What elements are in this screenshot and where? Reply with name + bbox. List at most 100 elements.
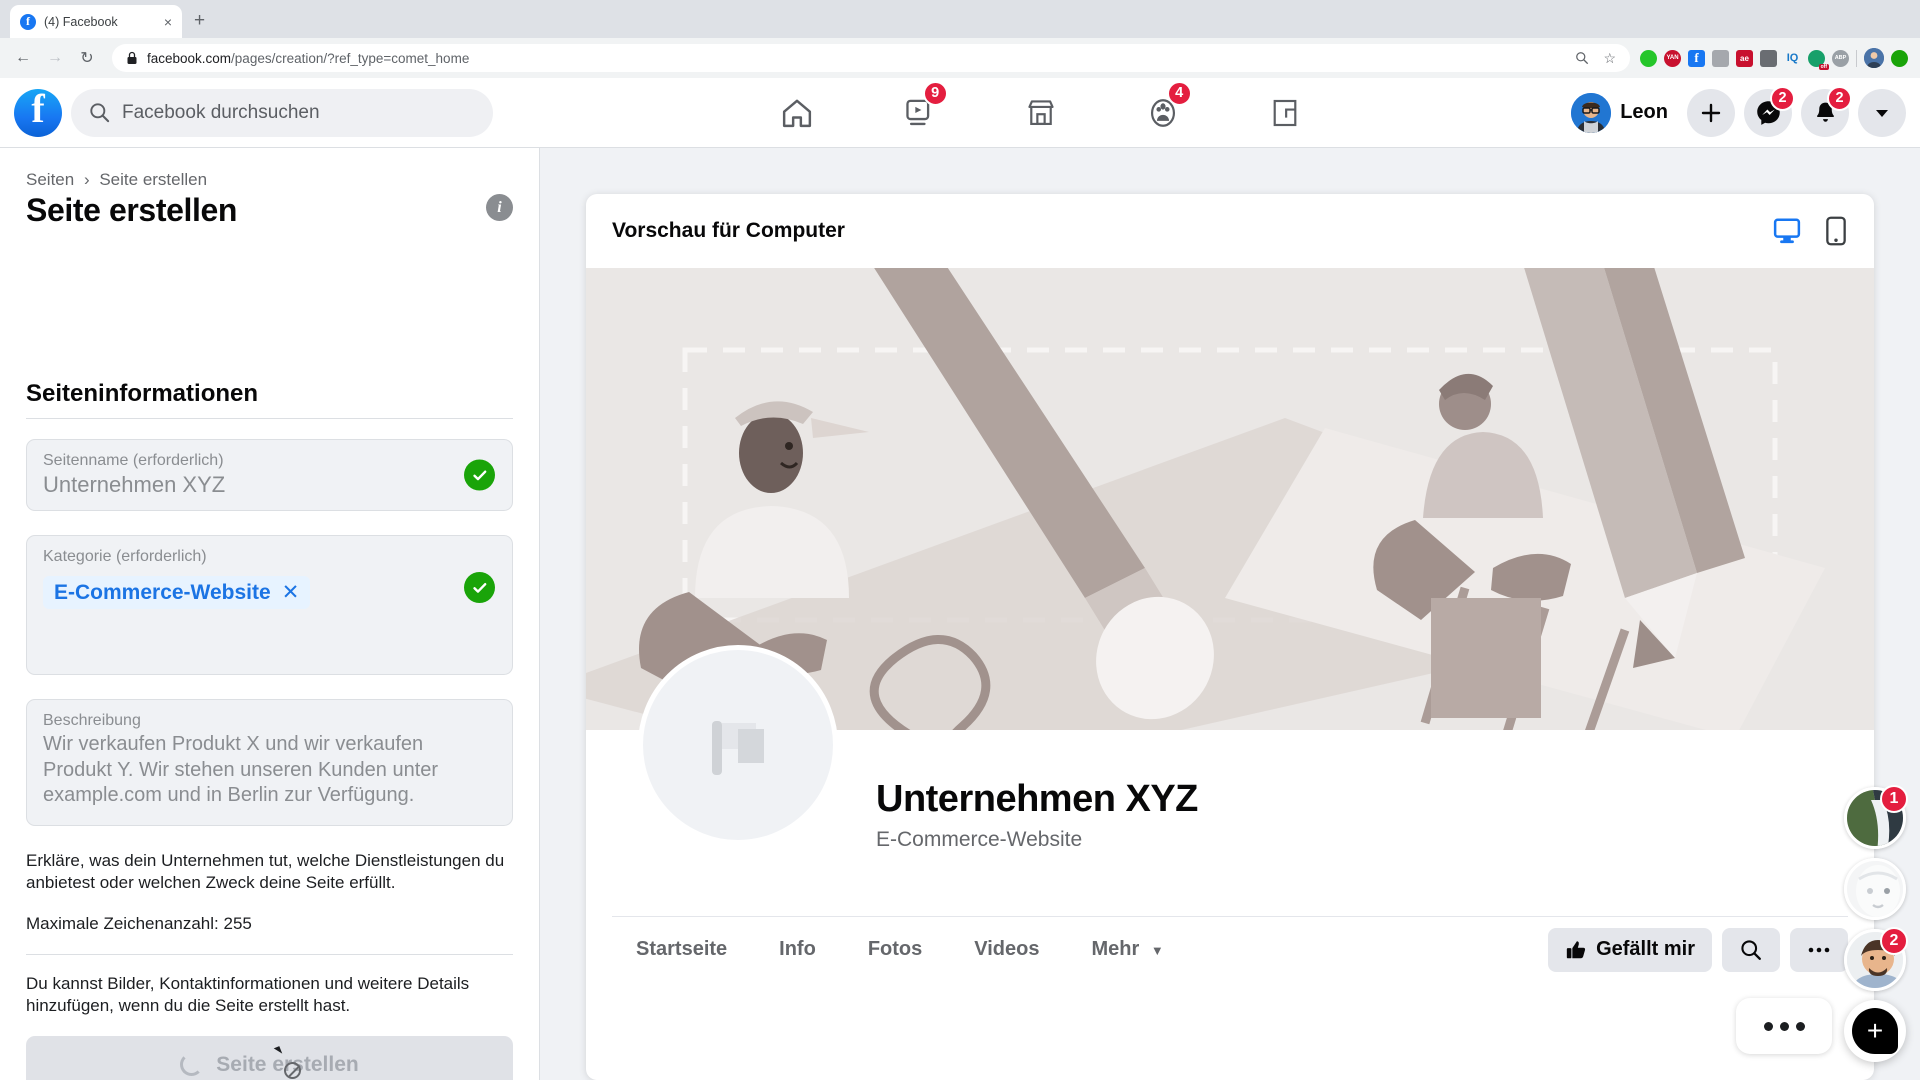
like-button[interactable]: Gefällt mir <box>1548 927 1712 972</box>
facebook-pixel-extension[interactable]: f <box>1688 49 1705 67</box>
breadcrumb-separator: › <box>83 170 90 189</box>
page-body: Seiteninformationen Seitenname (erforder… <box>0 148 1920 1080</box>
chat-badge: 2 <box>1880 927 1908 955</box>
thumbs-up-icon <box>1566 940 1586 958</box>
info-icon[interactable]: i <box>486 194 513 221</box>
forward-icon[interactable]: → <box>40 43 70 73</box>
facebook-logo[interactable]: f <box>14 88 62 137</box>
preview-page-name: Unternehmen XYZ <box>876 778 1198 820</box>
not-allowed-icon <box>284 1061 301 1079</box>
nav-marketplace[interactable] <box>1010 85 1072 141</box>
description-field[interactable]: Beschreibung Wir verkaufen Produkt X und… <box>26 699 513 826</box>
adblock-off-extension[interactable]: off <box>1808 49 1829 70</box>
tab-startseite[interactable]: Startseite <box>612 938 753 961</box>
gray-runner-extension[interactable] <box>1712 49 1729 67</box>
search-plus-icon[interactable] <box>1575 51 1589 65</box>
close-icon[interactable]: ✕ <box>282 580 300 605</box>
breadcrumb-root[interactable]: Seiten <box>26 170 74 189</box>
browser-tab[interactable]: f (4) Facebook × <box>10 5 182 38</box>
tab-videos[interactable]: Videos <box>948 938 1065 961</box>
page-title: Seite erstellen <box>26 192 238 228</box>
notifications-badge: 2 <box>1827 85 1852 111</box>
nav-groups[interactable]: 4 <box>1132 80 1194 141</box>
abp-extension[interactable]: ABP <box>1832 49 1849 67</box>
messenger-button[interactable]: 2 <box>1744 85 1795 137</box>
lock-icon <box>127 51 137 64</box>
chat-contact-1[interactable]: 1 <box>1844 785 1908 849</box>
chat-contact-2[interactable] <box>1844 858 1906 920</box>
chevron-down-icon: ▼ <box>1150 943 1164 958</box>
search-input[interactable]: Facebook durchsuchen <box>71 88 493 137</box>
search-placeholder: Facebook durchsuchen <box>122 101 320 123</box>
yandex-extension[interactable]: YAN <box>1664 49 1681 67</box>
desktop-icon[interactable] <box>1772 216 1802 246</box>
form-header: Seiten › Seite erstellen Seite erstellen… <box>0 148 539 237</box>
page-name-field[interactable]: Seitenname (erforderlich) Unternehmen XY… <box>26 439 513 511</box>
bookmark-icon[interactable]: ☆ <box>1603 50 1616 67</box>
preview-page-category: E-Commerce-Website <box>876 828 1083 851</box>
nav-home[interactable] <box>766 85 828 141</box>
chat-dock: 1 2 + <box>1736 785 1908 1062</box>
category-valid-icon <box>464 572 495 603</box>
chat-badge: 1 <box>1880 785 1908 813</box>
create-page-button[interactable]: Seite erstellen <box>26 1035 513 1080</box>
create-button[interactable] <box>1687 88 1735 137</box>
tab-label: Startseite <box>636 938 728 960</box>
header-left: f Facebook durchsuchen <box>14 88 514 137</box>
browser-tabstrip: f (4) Facebook × + <box>0 0 1920 38</box>
back-icon[interactable]: ← <box>8 43 38 73</box>
reload-icon[interactable]: ↻ <box>72 43 102 73</box>
page-avatar[interactable] <box>638 645 838 845</box>
facebook-icon: f <box>20 13 36 30</box>
breadcrumb-current: Seite erstellen <box>99 170 208 189</box>
search-icon <box>90 103 110 123</box>
iq-extension[interactable]: IQ <box>1784 50 1801 67</box>
dot <box>1795 1021 1805 1031</box>
marketplace-icon <box>1027 99 1054 125</box>
category-chip-label: E-Commerce-Website <box>54 580 271 604</box>
chat-contact-3[interactable]: 2 <box>1844 927 1908 991</box>
form-scroll-area[interactable]: Seiteninformationen Seitenname (erforder… <box>0 148 539 1080</box>
green-update-icon[interactable] <box>1891 49 1908 67</box>
dot <box>1779 1021 1789 1031</box>
description-value: Wir verkaufen Produkt X und wir verkaufe… <box>43 733 439 807</box>
home-icon <box>782 99 811 127</box>
new-tab-button[interactable]: + <box>182 10 217 38</box>
preview-actions: Gefällt mir <box>1548 927 1848 972</box>
pocket-extension[interactable] <box>1760 49 1777 67</box>
close-icon[interactable]: × <box>164 14 172 30</box>
chevron-down-icon <box>1876 109 1888 117</box>
preview-profile-row: Unternehmen XYZ E-Commerce-Website <box>586 645 1874 916</box>
create-page-form-panel: Seiteninformationen Seitenname (erforder… <box>0 148 540 1080</box>
page-identity: Unternehmen XYZ E-Commerce-Website <box>838 730 1198 852</box>
url-text: facebook.com/pages/creation/?ref_type=co… <box>147 50 470 66</box>
preview-search-button[interactable] <box>1722 927 1780 972</box>
browser-profile-avatar[interactable] <box>1864 48 1884 68</box>
plus-icon <box>1701 103 1721 122</box>
mouse-cursor <box>273 1045 301 1079</box>
ae-extension[interactable]: ae <box>1736 49 1753 67</box>
tab-fotos[interactable]: Fotos <box>842 938 948 961</box>
browser-window: f (4) Facebook × + ← → ↻ facebook.com/pa… <box>0 0 1920 1080</box>
tab-mehr[interactable]: Mehr ▼ <box>1065 938 1189 961</box>
nav-gaming[interactable] <box>1254 85 1316 141</box>
nav-video[interactable]: 9 <box>888 80 950 141</box>
fab-wrap: + <box>1736 998 1906 1062</box>
search-icon <box>1741 939 1761 960</box>
new-message-fab[interactable]: + <box>1844 1000 1906 1062</box>
category-field[interactable]: Kategorie (erforderlich) E-Commerce-Webs… <box>26 535 513 675</box>
tab-info[interactable]: Info <box>753 938 842 961</box>
green-shield-extension[interactable] <box>1640 49 1657 67</box>
account-menu-button[interactable] <box>1858 88 1906 137</box>
address-bar[interactable]: facebook.com/pages/creation/?ref_type=co… <box>112 44 1630 72</box>
plus-icon: + <box>1852 1008 1898 1054</box>
tab-label: Info <box>779 938 816 960</box>
breadcrumb: Seiten › Seite erstellen <box>26 170 513 190</box>
preview-more-button[interactable] <box>1790 927 1848 972</box>
user-profile-button[interactable]: Leon <box>1567 89 1678 137</box>
mobile-icon[interactable] <box>1824 216 1848 246</box>
video-badge: 9 <box>922 80 948 106</box>
notifications-button[interactable]: 2 <box>1801 85 1852 137</box>
category-chip[interactable]: E-Commerce-Website ✕ <box>43 576 311 609</box>
tab-label: Mehr <box>1091 938 1140 960</box>
